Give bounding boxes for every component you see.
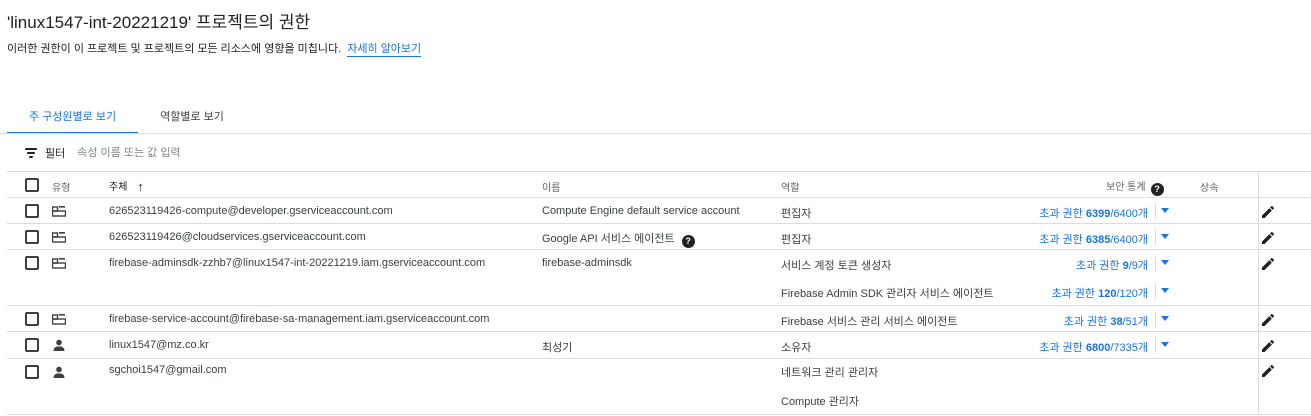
chevron-down-icon[interactable]: [1160, 316, 1170, 322]
tabs-divider: [0, 133, 1311, 134]
page-description: 이러한 권한이 이 프로젝트 및 프로젝트의 모든 리소스에 영향을 미칩니다.…: [7, 40, 422, 57]
row-checkbox[interactable]: [25, 365, 39, 379]
row-checkbox[interactable]: [25, 312, 39, 326]
edit-pencil-icon[interactable]: [1261, 231, 1275, 245]
excess-permissions-stat[interactable]: 초과 권한 120/120개: [1052, 285, 1148, 301]
action-column-divider: [1258, 250, 1259, 306]
sort-ascending-icon[interactable]: ↑: [137, 179, 144, 194]
role-label[interactable]: 소유자: [781, 339, 811, 355]
role-label[interactable]: Compute 관리자: [781, 393, 859, 409]
principal-name-text: Google API 서비스 에이전트: [542, 233, 675, 245]
excess-permissions-stat[interactable]: 초과 권한 38/51개: [1064, 313, 1148, 329]
filter-input[interactable]: [77, 147, 278, 159]
role-label[interactable]: 네트워크 관리 관리자: [781, 364, 878, 380]
service-account-icon: [52, 314, 66, 325]
role-label[interactable]: 서비스 계정 토큰 생성자: [781, 257, 891, 273]
page-title: 'linux1547-int-20221219' 프로젝트의 권한: [7, 13, 311, 32]
role-label[interactable]: Firebase 서비스 관리 서비스 에이전트: [781, 313, 957, 329]
column-header-principal-label: 주체: [109, 182, 128, 193]
service-account-icon: [52, 258, 66, 269]
row-checkbox[interactable]: [25, 256, 39, 270]
action-column-divider: [1258, 198, 1259, 224]
view-tabs: 주 구성원별로 보기 역할별로 보기: [7, 102, 246, 134]
principal-email: 626523119426@cloudservices.gserviceaccou…: [109, 231, 366, 243]
permissions-table: 유형 주체 ↑ 이름 역할 보안 통계? 상속 626523119426-comp…: [7, 172, 1311, 415]
column-header-security-insights-label: 보안 통계: [1106, 182, 1146, 193]
table-header: 유형 주체 ↑ 이름 역할 보안 통계? 상속: [7, 172, 1311, 198]
chevron-down-icon[interactable]: [1160, 288, 1170, 294]
column-header-role[interactable]: 역할: [781, 179, 799, 194]
stat-divider: [1155, 229, 1156, 245]
principal-email: linux1547@mz.co.kr: [109, 339, 209, 351]
stat-divider: [1155, 203, 1156, 219]
principal-email: firebase-adminsdk-zzhb7@linux1547-int-20…: [109, 257, 486, 269]
edit-pencil-icon[interactable]: [1261, 257, 1275, 271]
role-label[interactable]: 편집자: [781, 205, 811, 221]
principal-email: sgchoi1547@gmail.com: [109, 364, 227, 376]
principal-email: 626523119426-compute@developer.gservicea…: [109, 205, 393, 217]
row-checkbox[interactable]: [25, 338, 39, 352]
stat-divider: [1155, 283, 1156, 299]
action-column-divider: [1258, 172, 1259, 198]
row-checkbox[interactable]: [25, 204, 39, 218]
column-header-principal[interactable]: 주체 ↑: [109, 178, 144, 194]
chevron-down-icon[interactable]: [1160, 234, 1170, 240]
principal-name: Compute Engine default service account: [542, 205, 740, 217]
column-header-security-insights[interactable]: 보안 통계?: [1106, 178, 1164, 196]
help-icon[interactable]: ?: [681, 235, 695, 248]
excess-permissions-stat[interactable]: 초과 권한 6800/7335개: [1039, 339, 1148, 355]
table-row[interactable]: firebase-service-account@firebase-sa-man…: [7, 306, 1311, 332]
excess-permissions-stat[interactable]: 초과 권한 9/9개: [1076, 257, 1148, 273]
row-checkbox[interactable]: [25, 230, 39, 244]
filter-list-icon[interactable]: [25, 148, 37, 158]
stat-divider: [1155, 311, 1156, 327]
column-header-name[interactable]: 이름: [542, 179, 560, 194]
chevron-down-icon[interactable]: [1160, 208, 1170, 214]
person-icon: [53, 366, 65, 378]
chevron-down-icon[interactable]: [1160, 260, 1170, 266]
action-column-divider: [1258, 224, 1259, 250]
principal-name: firebase-adminsdk: [542, 257, 632, 269]
column-header-type[interactable]: 유형: [52, 179, 70, 194]
role-label[interactable]: 편집자: [781, 231, 811, 247]
principal-email: firebase-service-account@firebase-sa-man…: [109, 313, 490, 325]
action-column-divider: [1258, 332, 1259, 359]
excess-permissions-stat[interactable]: 초과 권한 6399/6400개: [1039, 205, 1148, 221]
service-account-icon: [52, 232, 66, 243]
chevron-down-icon[interactable]: [1160, 342, 1170, 348]
principal-name: Google API 서비스 에이전트?: [542, 230, 695, 248]
filter-bar: 필터: [25, 143, 278, 163]
role-label[interactable]: Firebase Admin SDK 관리자 서비스 에이전트: [781, 285, 993, 301]
action-column-divider: [1258, 359, 1259, 415]
filter-label[interactable]: 필터: [45, 145, 65, 161]
principal-name: 최성기: [542, 342, 573, 354]
table-row[interactable]: sgchoi1547@gmail.com 네트워크 관리 관리자 Compute…: [7, 359, 1311, 415]
table-row[interactable]: 626523119426-compute@developer.gservicea…: [7, 198, 1311, 224]
column-header-inheritance[interactable]: 상속: [1200, 179, 1218, 194]
select-all-checkbox[interactable]: [25, 178, 39, 192]
learn-more-link[interactable]: 자세히 알아보기: [347, 43, 422, 57]
person-icon: [53, 339, 65, 351]
tab-by-role[interactable]: 역할별로 보기: [138, 102, 246, 134]
stat-divider: [1155, 255, 1156, 271]
edit-pencil-icon[interactable]: [1261, 364, 1275, 378]
excess-permissions-stat[interactable]: 초과 권한 6385/6400개: [1039, 231, 1148, 247]
action-column-divider: [1258, 306, 1259, 332]
stat-divider: [1155, 337, 1156, 353]
table-row[interactable]: 626523119426@cloudservices.gserviceaccou…: [7, 224, 1311, 250]
service-account-icon: [52, 206, 66, 217]
help-icon[interactable]: ?: [1150, 183, 1164, 196]
edit-pencil-icon[interactable]: [1261, 339, 1275, 353]
table-row[interactable]: linux1547@mz.co.kr 최성기 소유자 초과 권한 6800/73…: [7, 332, 1311, 359]
edit-pencil-icon[interactable]: [1261, 313, 1275, 327]
page-description-text: 이러한 권한이 이 프로젝트 및 프로젝트의 모든 리소스에 영향을 미칩니다.: [7, 43, 342, 55]
table-row[interactable]: firebase-adminsdk-zzhb7@linux1547-int-20…: [7, 250, 1311, 306]
edit-pencil-icon[interactable]: [1261, 205, 1275, 219]
tab-by-principal[interactable]: 주 구성원별로 보기: [7, 102, 139, 134]
